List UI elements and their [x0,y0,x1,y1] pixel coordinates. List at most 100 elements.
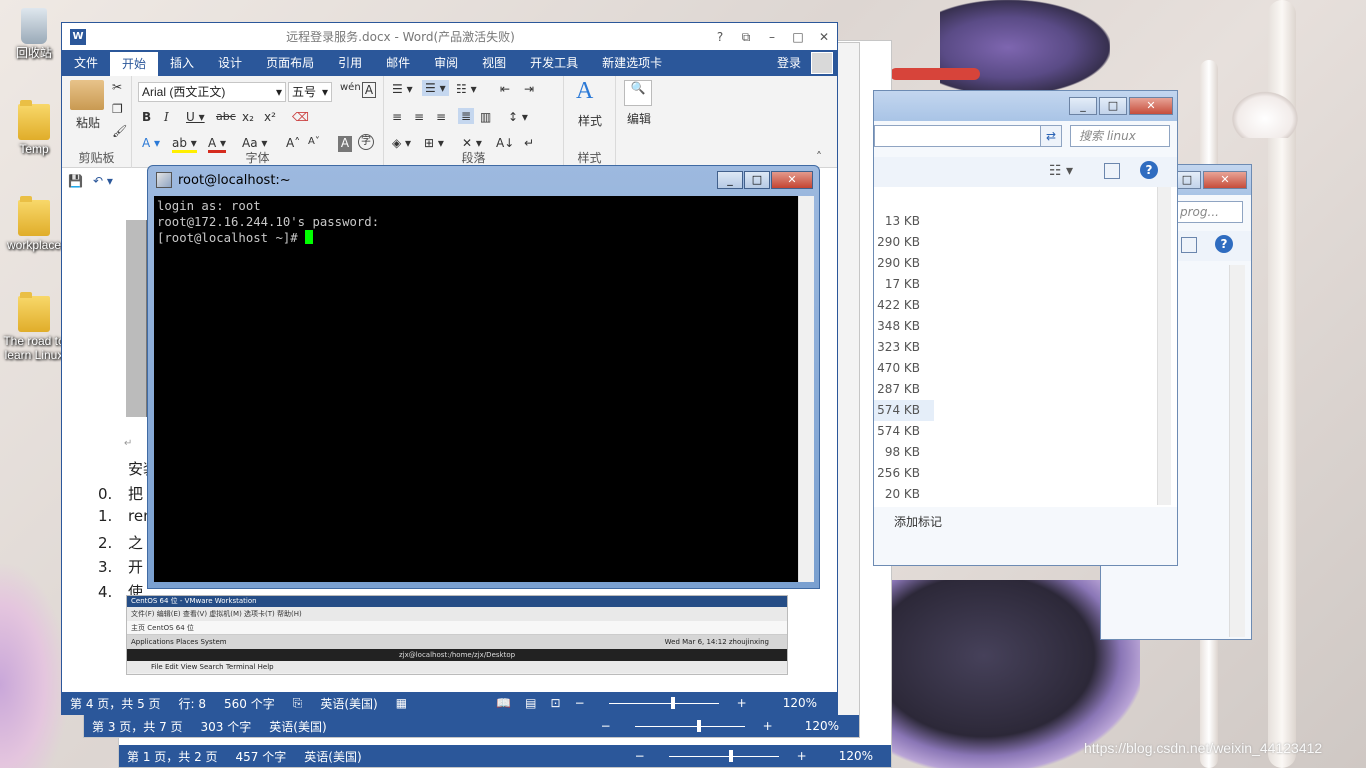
paste-button[interactable]: 粘贴 [68,114,108,131]
scrollbar[interactable] [1229,265,1245,637]
collapse-ribbon-icon[interactable]: ˄ [816,150,822,164]
maximize-button[interactable]: □ [744,171,770,189]
zoom-plus-button[interactable]: + [737,696,747,710]
scrollbar[interactable] [837,43,859,717]
show-marks-icon[interactable]: ↵ [524,136,534,150]
format-painter-icon[interactable]: 🖌 [112,124,127,138]
zoom-plus-button[interactable]: + [797,749,807,763]
file-size-cell[interactable]: 290 KB [874,253,934,274]
desktop-icon-recycle-bin[interactable]: 回收站 [2,8,66,60]
tab-review[interactable]: 审阅 [422,50,470,76]
shading-icon[interactable]: ◈ ▾ [392,136,411,150]
line-spacing-icon[interactable]: ↕ ▾ [508,110,528,124]
proofing-icon[interactable]: ⎘ [293,696,303,711]
file-size-cell[interactable]: 256 KB [874,463,934,484]
zoom-plus-button[interactable]: + [763,719,773,733]
change-case-icon[interactable]: Aa ▾ [242,136,267,150]
macro-icon[interactable]: ▦ [396,696,407,710]
maximize-button[interactable]: □ [1099,97,1127,115]
zoom-minus-button[interactable]: − [601,719,611,733]
tab-new[interactable]: 新建选项卡 [590,50,674,76]
italic-icon[interactable]: I [164,110,169,124]
file-size-cell[interactable]: 348 KB [874,316,934,337]
tab-insert[interactable]: 插入 [158,50,206,76]
putty-window[interactable]: root@localhost:~ _ □ ✕ login as: root ro… [147,165,820,589]
terminal-scrollbar[interactable] [798,196,814,582]
file-size-cell[interactable]: 287 KB [874,379,934,400]
search-input[interactable]: 搜索 linux [1070,125,1170,147]
tab-home[interactable]: 开始 [110,52,159,76]
editing-button[interactable]: 编辑 [620,110,658,127]
desktop-icon-road-to-linux[interactable]: The road to learn Linux [2,292,66,362]
file-size-cell[interactable]: 17 KB [874,274,934,295]
word-count[interactable]: 560 个字 [224,695,275,712]
file-size-cell[interactable]: 574 KB [874,400,934,421]
phonetic-guide-icon[interactable]: wén [340,82,361,93]
superscript-icon[interactable]: x² [264,110,276,124]
find-icon[interactable]: 🔍 [624,80,652,106]
bullets-icon[interactable]: ☰ ▾ [392,82,413,96]
read-mode-icon[interactable]: 📖 [496,696,511,710]
chinese-layout-icon[interactable]: ✕ ▾ [462,136,482,150]
ribbon-display-icon[interactable]: ⧉ [733,28,759,46]
borders-icon[interactable]: ⊞ ▾ [424,136,444,150]
decrease-indent-icon[interactable]: ⇤ [500,82,510,96]
text-effects-icon[interactable]: A ▾ [142,136,160,150]
zoom-slider[interactable] [634,719,745,732]
styles-button[interactable]: 样式 [570,112,610,129]
paste-icon[interactable] [70,80,104,110]
file-size-cell[interactable]: 98 KB [874,442,934,463]
underline-icon[interactable]: U ▾ [186,110,205,124]
close-button[interactable]: ✕ [771,171,813,189]
web-layout-icon[interactable]: ⊡ [551,696,561,710]
terminal-screen[interactable]: login as: root root@172.16.244.10's pass… [154,196,798,582]
language-indicator[interactable]: 英语(美国) [320,695,377,712]
increase-indent-icon[interactable]: ⇥ [524,82,534,96]
tab-references[interactable]: 引用 [326,50,374,76]
file-size-cell[interactable]: 574 KB [874,421,934,442]
numbering-icon[interactable]: ☰ ▾ [422,80,449,96]
close-button[interactable]: ✕ [1203,171,1247,189]
print-layout-icon[interactable]: ▤ [525,696,536,710]
preview-pane-icon[interactable] [1104,163,1120,179]
tab-file[interactable]: 文件 [62,50,110,76]
view-options-icon[interactable]: ☷ ▾ [1049,163,1073,179]
desktop-icon-workplace[interactable]: workplace [2,196,66,252]
add-tag-link[interactable]: 添加标记 [894,513,942,530]
distributed-icon[interactable]: ▥ [480,110,491,124]
minimize-button[interactable]: _ [1069,97,1097,115]
tab-layout[interactable]: 页面布局 [254,50,326,76]
align-left-icon[interactable]: ≡ [392,110,402,124]
styles-icon[interactable]: A [576,78,593,105]
refresh-icon[interactable]: ⇄ [1040,125,1062,147]
tab-view[interactable]: 视图 [470,50,518,76]
zoom-level[interactable]: 120% [783,696,817,710]
tab-design[interactable]: 设计 [206,50,254,76]
file-size-cell[interactable]: 13 KB [874,211,934,232]
file-size-cell[interactable]: 20 KB [874,484,934,505]
subscript-icon[interactable]: x₂ [242,110,254,124]
help-icon[interactable]: ? [1215,235,1233,253]
char-border-icon[interactable]: A [362,82,376,98]
multilevel-list-icon[interactable]: ☷ ▾ [456,82,477,96]
page-indicator[interactable]: 第 4 页，共 5 页 [70,695,161,712]
file-size-cell[interactable]: 422 KB [874,295,934,316]
zoom-slider[interactable] [668,749,779,762]
maximize-button[interactable]: □ [785,28,811,46]
avatar[interactable] [811,52,833,74]
cut-icon[interactable]: ✂ [112,80,122,94]
font-size-select[interactable]: 五号 ▾ [288,82,332,102]
sort-icon[interactable]: A↓ [496,136,514,150]
file-size-cell[interactable]: 470 KB [874,358,934,379]
address-bar[interactable] [874,125,1054,147]
justify-icon[interactable]: ≣ [458,108,475,124]
preview-pane-icon[interactable] [1181,237,1197,253]
file-size-cell[interactable]: 323 KB [874,337,934,358]
explorer-window-1[interactable]: _ □ ✕ ⇄ 搜索 linux ☷ ▾ ? 13 KB 290 KB 290 KB… [873,90,1178,566]
help-icon[interactable]: ? [707,28,733,46]
close-button[interactable]: ✕ [1129,97,1173,115]
undo-icon[interactable]: ↶ ▾ [93,174,113,188]
login-link[interactable]: 登录 [771,50,807,76]
copy-icon[interactable]: ❐ [112,102,123,116]
desktop-icon-temp[interactable]: Temp [2,100,66,156]
